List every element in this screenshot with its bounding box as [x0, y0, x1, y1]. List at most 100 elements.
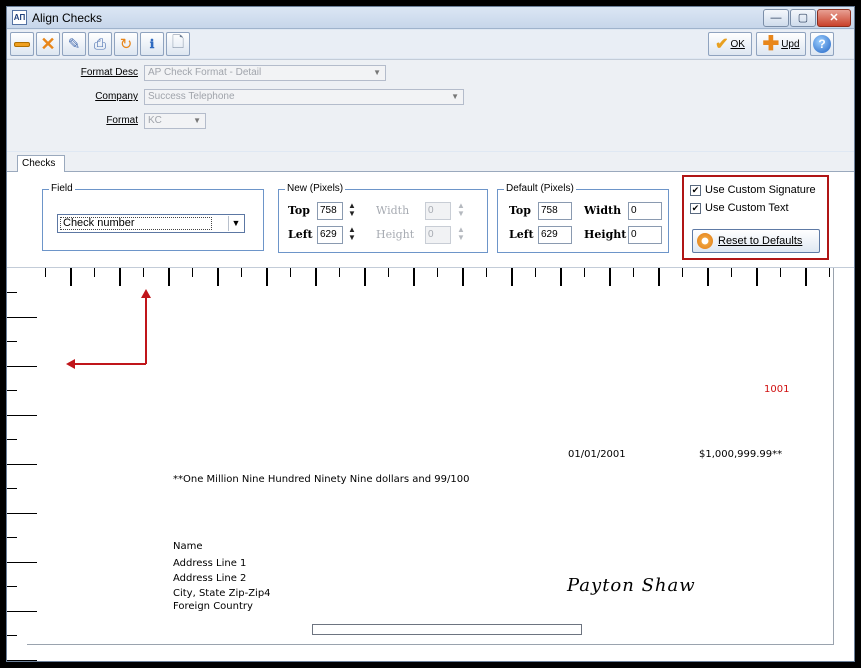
new-width-spinner[interactable]: ▲ ▼ — [455, 202, 467, 220]
chevron-down-icon: ▼ — [373, 68, 381, 77]
ruler-tick — [559, 268, 562, 286]
use-custom-text-label: Use Custom Text — [705, 202, 789, 214]
minus-icon — [14, 41, 30, 47]
checkmark-icon: ✔ — [715, 36, 729, 53]
refresh-icon: ↻ — [119, 36, 133, 53]
payee-name[interactable]: Name — [173, 541, 203, 552]
ruler-tick — [706, 268, 709, 286]
use-custom-signature-checkbox[interactable]: ✔ Use Custom Signature — [690, 183, 816, 197]
new-left-spinner[interactable]: ▲ ▼ — [346, 226, 358, 244]
minus-button[interactable] — [10, 32, 34, 56]
check-amount[interactable]: $1,000,999.99** — [699, 449, 782, 460]
check-number[interactable]: 1001 — [764, 384, 789, 395]
tab-checks[interactable]: Checks — [17, 155, 65, 173]
format-desc-label: Format Desc — [80, 67, 138, 78]
ruler-tick — [829, 268, 830, 277]
ruler-tick — [7, 561, 37, 563]
check-date[interactable]: 01/01/2001 — [568, 449, 626, 460]
city-state-zip[interactable]: City, State Zip-Zip4 — [173, 588, 271, 599]
format-section: Format Desc AP Check Format - Detail ▼ C… — [7, 59, 854, 151]
ruler-tick — [731, 268, 732, 277]
use-custom-text-checkbox[interactable]: ✔ Use Custom Text — [690, 201, 789, 215]
new-height-input[interactable]: 0 — [425, 226, 451, 244]
checkbox-checked-icon: ✔ — [690, 184, 701, 196]
new-height-label: Height — [376, 228, 415, 241]
help-button[interactable]: ? — [810, 32, 834, 56]
ruler-tick — [486, 268, 487, 277]
ruler-tick — [167, 268, 170, 286]
left-arrowhead — [66, 359, 75, 369]
memo-box[interactable] — [312, 624, 582, 635]
page-button[interactable]: 🗋 — [166, 32, 190, 56]
upd-button[interactable]: ✚ Upd — [756, 32, 806, 56]
chevron-down-icon: ▼ — [193, 116, 201, 125]
ruler-tick — [437, 268, 438, 277]
ruler-tick — [265, 268, 268, 286]
ruler-tick — [7, 659, 37, 661]
reset-label: Reset to Defaults — [718, 235, 803, 247]
help-icon: ? — [813, 35, 831, 53]
ruler-tick — [314, 268, 317, 286]
print-button[interactable]: ⎙ — [88, 32, 112, 56]
company-select[interactable]: Success Telephone ▼ — [144, 89, 464, 105]
ruler-tick — [412, 268, 415, 286]
chevron-down-icon: ▼ — [451, 92, 459, 101]
signature[interactable]: Payton Shaw — [567, 575, 696, 596]
new-pixels-title: New (Pixels) — [285, 183, 346, 194]
new-top-spinner[interactable]: ▲ ▼ — [346, 202, 358, 220]
plus-icon: ✚ — [762, 33, 780, 55]
format-desc-select[interactable]: AP Check Format - Detail ▼ — [144, 65, 386, 81]
address-line-1[interactable]: Address Line 1 — [173, 558, 246, 569]
new-left-label: Left — [288, 228, 313, 241]
new-width-input[interactable]: 0 — [425, 202, 451, 220]
new-height-spinner[interactable]: ▲ ▼ — [455, 226, 467, 244]
default-left-input[interactable]: 629 — [538, 226, 572, 244]
refresh-button[interactable]: ↻ — [114, 32, 138, 56]
default-top-input[interactable]: 758 — [538, 202, 572, 220]
default-width-input[interactable]: 0 — [628, 202, 662, 220]
close-button[interactable]: ✕ — [817, 9, 851, 27]
chevron-down-icon: ▼ — [228, 216, 243, 231]
new-width-label: Width — [376, 204, 410, 217]
new-top-input[interactable]: 758 — [317, 202, 343, 220]
ruler-tick — [7, 488, 17, 489]
ok-button[interactable]: ✔ OK — [708, 32, 752, 56]
page-icon: 🗋 — [171, 33, 185, 51]
default-left-label: Left — [509, 228, 534, 241]
ruler-tick — [7, 635, 17, 636]
title-bar: AΠ Align Checks — ▢ ✕ — [7, 7, 854, 29]
settings-panel: Field Check number ▼ New (Pixels) Top 75… — [7, 172, 854, 267]
preview-right-border — [833, 268, 834, 644]
maximize-button[interactable]: ▢ — [790, 9, 816, 27]
ruler-tick — [780, 268, 781, 277]
eraser-button[interactable]: ✎ — [62, 32, 86, 56]
tab-strip: Checks — [7, 152, 854, 173]
address-line-2[interactable]: Address Line 2 — [173, 573, 246, 584]
field-group-title: Field — [49, 183, 75, 194]
field-select[interactable]: Check number ▼ — [57, 214, 245, 233]
format-value: KC — [148, 115, 162, 126]
document-info-icon: ℹ — [149, 37, 155, 51]
ruler-tick — [7, 610, 37, 612]
foreign-country[interactable]: Foreign Country — [173, 601, 253, 612]
align-checks-window: AΠ Align Checks — ▢ ✕ ✕ ✎ ⎙ ↻ ℹ 🗋 ✔ OK ✚… — [6, 6, 855, 662]
amount-in-words[interactable]: **One Million Nine Hundred Ninety Nine d… — [173, 474, 469, 485]
ruler-tick — [339, 268, 340, 277]
default-height-input[interactable]: 0 — [628, 226, 662, 244]
delete-button[interactable]: ✕ — [36, 32, 60, 56]
default-top-label: Top — [509, 204, 531, 217]
new-left-input[interactable]: 629 — [317, 226, 343, 244]
ruler-tick — [461, 268, 464, 286]
minimize-button[interactable]: — — [763, 9, 789, 27]
field-group: Field Check number ▼ — [42, 183, 264, 251]
checkbox-checked-icon: ✔ — [690, 202, 701, 214]
ruler-tick — [7, 512, 37, 514]
app-icon: AΠ — [12, 10, 27, 25]
ruler-tick — [804, 268, 807, 286]
reset-to-defaults-button[interactable]: Reset to Defaults — [692, 229, 820, 253]
eraser-icon: ✎ — [67, 36, 81, 53]
format-select[interactable]: KC ▼ — [144, 113, 206, 129]
ruler-tick — [7, 414, 37, 416]
use-custom-signature-label: Use Custom Signature — [705, 184, 816, 196]
document-info-button[interactable]: ℹ — [140, 32, 164, 56]
